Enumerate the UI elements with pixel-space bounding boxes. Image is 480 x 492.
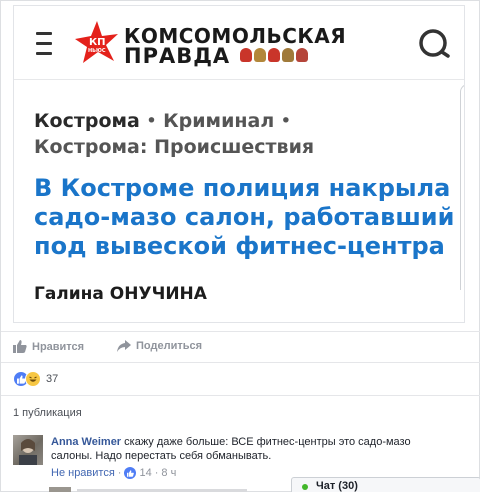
- chat-tab[interactable]: Чат (30): [291, 477, 480, 492]
- share-label: Поделиться: [136, 340, 203, 352]
- breadcrumb-separator: •: [145, 110, 158, 132]
- next-comment-avatar: [49, 487, 71, 492]
- comment-like-count[interactable]: 14: [139, 467, 151, 479]
- share-button[interactable]: Поделиться: [117, 340, 202, 352]
- like-icon: [124, 467, 137, 479]
- kp-star-logo-icon: КП НЬЮС: [75, 21, 118, 63]
- comment-meta: Не нравится · 14 · 8 ч: [51, 467, 176, 479]
- comment-timestamp[interactable]: 8 ч: [161, 467, 176, 479]
- breadcrumb: Кострома • Криминал • Кострома: Происшествия: [34, 108, 434, 160]
- site-header: КП НЬЮС КОМСОМОЛЬСКАЯ ПРАВДА: [14, 6, 464, 80]
- svg-text:КП: КП: [89, 37, 106, 48]
- order-medal-icon: [296, 48, 308, 62]
- reactions-summary[interactable]: 37: [13, 371, 58, 387]
- comment-text: Anna Weimer скажу даже больше: ВСЕ фитне…: [51, 435, 451, 463]
- post-action-bar: Нравится Поделиться: [1, 331, 480, 363]
- thumbs-up-icon: [13, 340, 27, 353]
- order-medals: [240, 48, 308, 64]
- menu-icon[interactable]: [36, 32, 52, 58]
- reaction-count: 37: [46, 373, 59, 385]
- avatar[interactable]: [13, 435, 43, 465]
- unlike-link[interactable]: Не нравится: [51, 467, 115, 479]
- meta-separator: ·: [117, 467, 122, 479]
- order-medal-icon: [268, 48, 280, 62]
- order-medal-icon: [240, 48, 252, 62]
- link-preview-card[interactable]: КП НЬЮС КОМСОМОЛЬСКАЯ ПРАВДА Кострома • …: [13, 5, 465, 323]
- breadcrumb-item[interactable]: Криминал: [163, 110, 274, 132]
- order-medal-icon: [282, 48, 294, 62]
- publication-count[interactable]: 1 публикация: [13, 407, 82, 419]
- logo-text-line2: ПРАВДА: [124, 44, 231, 68]
- site-logo[interactable]: КП НЬЮС КОМСОМОЛЬСКАЯ ПРАВДА: [74, 20, 346, 68]
- article-author: Галина ОНУЧИНА: [34, 284, 207, 304]
- order-medal-icon: [254, 48, 266, 62]
- haha-icon: [25, 371, 41, 387]
- like-label: Нравится: [32, 340, 85, 353]
- online-status-icon: [302, 484, 308, 490]
- svg-text:НЬЮС: НЬЮС: [88, 48, 106, 54]
- meta-separator: ·: [154, 467, 159, 479]
- search-icon[interactable]: [418, 28, 450, 60]
- comment-author[interactable]: Anna Weimer: [51, 436, 121, 448]
- share-arrow-icon: [117, 340, 131, 352]
- like-button[interactable]: Нравится: [13, 340, 84, 353]
- chat-label: Чат (30): [316, 480, 358, 492]
- facebook-post-frame: КП НЬЮС КОМСОМОЛЬСКАЯ ПРАВДА Кострома • …: [0, 0, 480, 492]
- article-headline[interactable]: В Костроме полиция накрыла садо-мазо сал…: [34, 174, 464, 261]
- divider: [1, 395, 480, 396]
- breadcrumb-separator: •: [280, 110, 292, 132]
- breadcrumb-item[interactable]: Кострома: [34, 110, 140, 132]
- breadcrumb-item[interactable]: Кострома: Происшествия: [34, 136, 314, 158]
